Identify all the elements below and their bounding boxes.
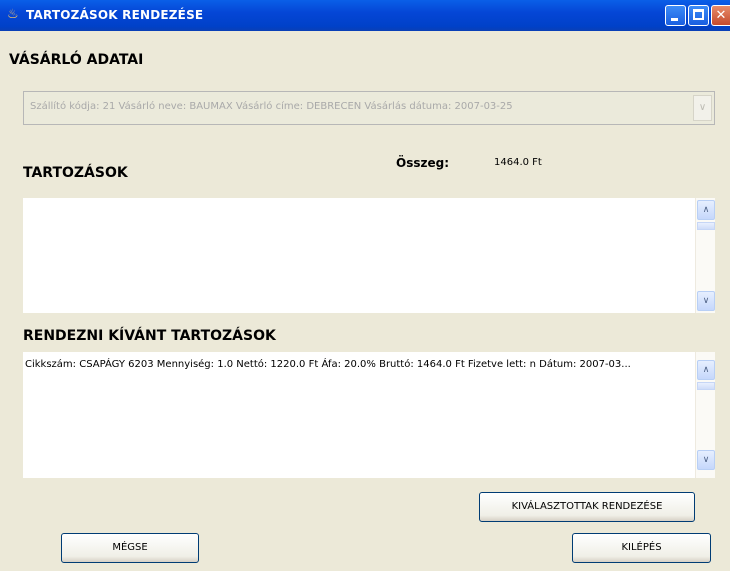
exit-button[interactable]: KILÉPÉS [572, 533, 711, 563]
debts-heading: TARTOZÁSOK [23, 165, 128, 181]
cancel-button[interactable]: MÉGSE [61, 533, 199, 563]
close-icon: ✕ [715, 8, 727, 23]
scroll-thumb[interactable] [697, 222, 715, 230]
settle-selected-button[interactable]: KIVÁLASZTOTTAK RENDEZÉSE [479, 492, 695, 522]
total-label: Összeg: [396, 156, 449, 170]
list-item[interactable]: Cikkszám: CSAPÁGY 6203 Mennyiség: 1.0 Ne… [25, 359, 631, 370]
chevron-down-icon[interactable]: ∨ [693, 95, 712, 121]
to-settle-list[interactable]: Cikkszám: CSAPÁGY 6203 Mennyiség: 1.0 Ne… [23, 352, 715, 478]
minimize-button[interactable] [665, 5, 686, 26]
maximize-button[interactable] [688, 5, 709, 26]
to-settle-heading: RENDEZNI KÍVÁNT TARTOZÁSOK [23, 328, 276, 344]
close-button[interactable]: ✕ [711, 5, 730, 26]
app-window: ♨ TARTOZÁSOK RENDEZÉSE ✕ VÁSÁRLÓ ADATAI … [0, 0, 730, 571]
customer-heading: VÁSÁRLÓ ADATAI [9, 52, 144, 68]
java-cup-icon: ♨ [7, 7, 19, 22]
maximize-icon [693, 9, 704, 20]
scroll-up-button[interactable]: ∧ [697, 360, 715, 380]
scroll-down-button[interactable]: ∨ [697, 291, 715, 311]
scroll-down-button[interactable]: ∨ [697, 450, 715, 470]
minimize-icon [671, 18, 678, 21]
customer-select-value: Szállító kódja: 21 Vásárló neve: BAUMAX … [30, 101, 513, 112]
debts-list[interactable]: ∧ ∨ [23, 198, 715, 313]
debts-scrollbar[interactable]: ∧ ∨ [695, 198, 715, 313]
title-bar[interactable]: ♨ TARTOZÁSOK RENDEZÉSE ✕ [0, 0, 730, 31]
window-title: TARTOZÁSOK RENDEZÉSE [26, 8, 204, 22]
total-value: 1464.0 Ft [494, 157, 542, 168]
scroll-thumb[interactable] [697, 382, 715, 390]
to-settle-scrollbar[interactable]: ∧ ∨ [695, 352, 715, 478]
customer-select[interactable]: Szállító kódja: 21 Vásárló neve: BAUMAX … [23, 91, 715, 125]
scroll-up-button[interactable]: ∧ [697, 200, 715, 220]
